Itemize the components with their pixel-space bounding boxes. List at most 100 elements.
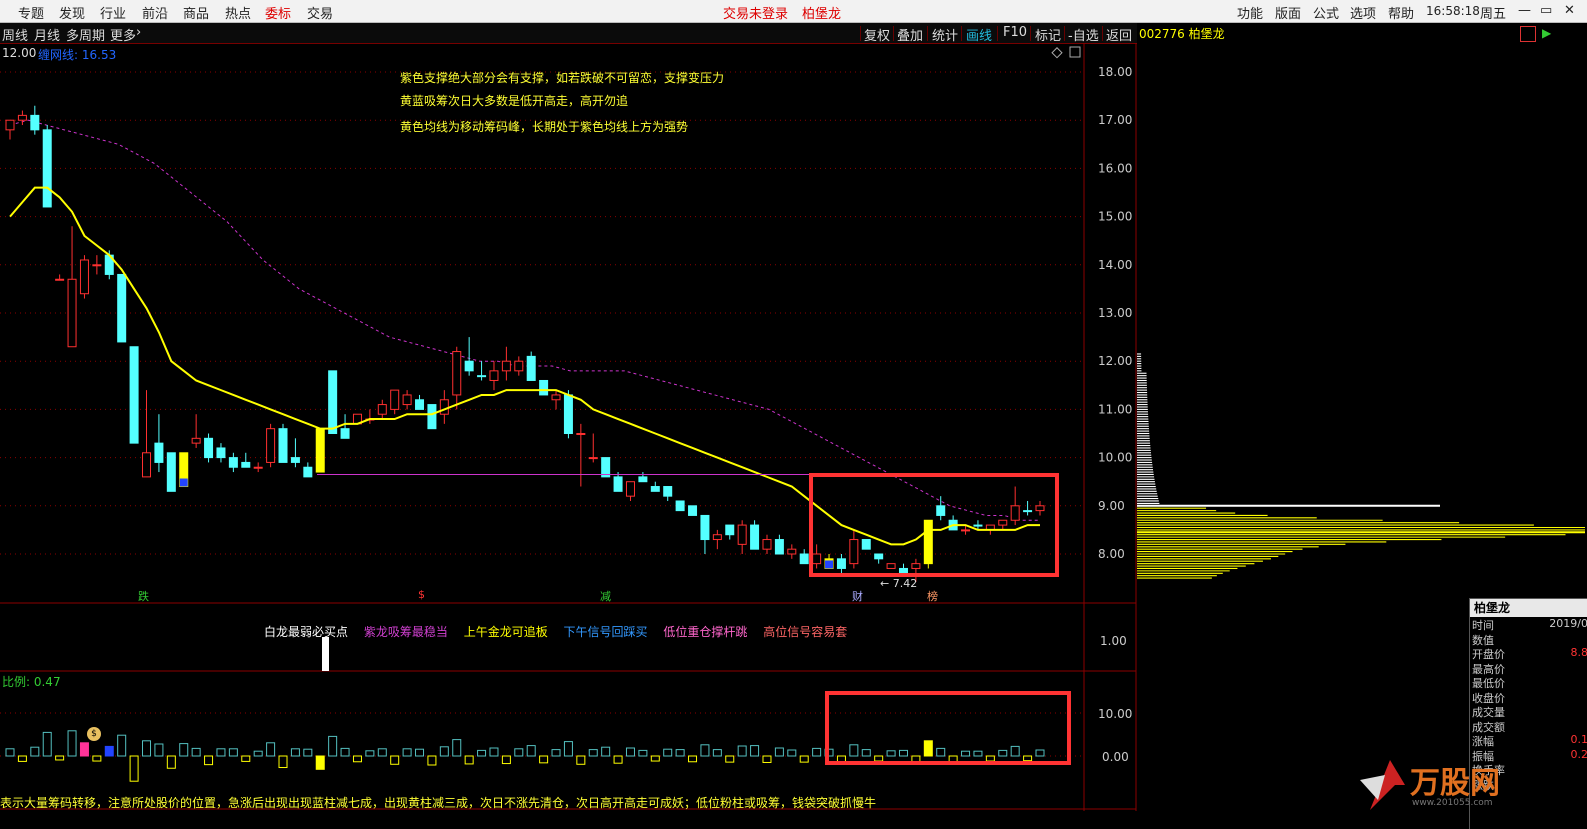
volume-bar xyxy=(800,756,808,762)
volume-bar xyxy=(192,748,200,756)
volume-bar xyxy=(589,750,597,756)
candle xyxy=(713,530,721,549)
candle xyxy=(875,554,883,564)
candle xyxy=(689,506,697,516)
volume-bar xyxy=(999,750,1007,756)
menu-weibiao[interactable]: 委标 xyxy=(265,3,291,22)
candle xyxy=(1024,501,1032,515)
minimize-icon[interactable]: — xyxy=(1518,3,1531,18)
info-panel-title: 柏堡龙 xyxy=(1470,599,1587,617)
volume-bar xyxy=(626,748,634,756)
money-bag-icon: $ xyxy=(87,727,101,741)
chart-toolbar: 周线 月线 多周期 更多 › 复权 叠加 统计 画线 F10 标记 -自选 返回 xyxy=(0,23,1137,44)
candle xyxy=(527,352,535,381)
candle xyxy=(43,125,51,207)
volume-bar xyxy=(527,746,535,756)
candle xyxy=(217,443,225,462)
btn-f10[interactable]: F10 xyxy=(1003,25,1027,40)
volume-bar xyxy=(267,743,275,756)
menu-bangzhu[interactable]: 帮助 xyxy=(1388,3,1414,22)
diamond-icon[interactable] xyxy=(1052,48,1062,58)
menu-zhuanti[interactable]: 专题 xyxy=(18,3,44,22)
candle xyxy=(56,274,64,280)
main-top-label: 12.00 xyxy=(2,46,36,60)
volume-bar xyxy=(43,732,51,756)
volume-bar xyxy=(304,749,312,756)
candle xyxy=(999,520,1007,530)
chevron-right-icon[interactable]: › xyxy=(136,25,141,40)
menu-redian[interactable]: 热点 xyxy=(225,3,251,22)
stock-name-title: 柏堡龙 xyxy=(802,3,841,22)
volume-bar xyxy=(899,750,907,756)
candle xyxy=(391,390,399,414)
btn-diejia[interactable]: 叠加 xyxy=(897,25,923,44)
btn-fuquan[interactable]: 复权 xyxy=(864,25,890,44)
volume-bar xyxy=(577,756,585,764)
candle xyxy=(775,535,783,554)
price-tick: 12.00 xyxy=(1098,354,1132,368)
close-icon[interactable]: ✕ xyxy=(1564,3,1575,18)
candle xyxy=(143,390,151,477)
btn-fanhui[interactable]: 返回 xyxy=(1106,25,1132,44)
volume-bar xyxy=(254,751,262,756)
annotation-3: 黄色均线为移动筹码峰，长期处于紫色均线上方为强势 xyxy=(400,118,688,135)
period-multi[interactable]: 多周期 xyxy=(66,25,105,44)
play-icon[interactable]: ▶ xyxy=(1542,26,1551,40)
price-tick: 17.00 xyxy=(1098,113,1132,127)
menu-gongneng[interactable]: 功能 xyxy=(1237,3,1263,22)
trade-status[interactable]: 交易未登录 xyxy=(723,3,788,22)
candle xyxy=(130,347,138,443)
candle xyxy=(751,520,759,549)
volume-bar xyxy=(502,756,510,764)
volume-bar xyxy=(887,751,895,756)
info-row: 最低价 xyxy=(1470,675,1587,690)
ratio-label: 比例: 0.47 xyxy=(2,673,61,690)
menu-jiaoyi[interactable]: 交易 xyxy=(307,3,333,22)
event-marker-dollar[interactable]: $ xyxy=(418,588,425,601)
candle xyxy=(378,400,386,419)
info-row-value: 8.8 xyxy=(1571,646,1587,659)
candle xyxy=(18,111,26,125)
info-row: 时间2019/0 xyxy=(1470,617,1587,632)
menu-faxian[interactable]: 发现 xyxy=(59,3,85,22)
volume-bar xyxy=(68,731,76,756)
info-row-value: 2019/0 xyxy=(1549,617,1587,630)
btn-huaxian[interactable]: 画线 xyxy=(966,25,992,44)
signal-label-purple: 紫龙吸筹最稳当 xyxy=(364,625,448,639)
panel-toggle-icon[interactable] xyxy=(1070,47,1080,57)
volume-bar xyxy=(378,749,386,756)
btn-zixuan[interactable]: -自选 xyxy=(1068,25,1099,44)
candle xyxy=(403,390,411,409)
volume-bar xyxy=(552,750,560,756)
menu-shangpin[interactable]: 商品 xyxy=(183,3,209,22)
event-marker-cai[interactable]: 财 xyxy=(852,588,863,604)
btn-biaoji[interactable]: 标记 xyxy=(1035,25,1061,44)
panel-icons[interactable]: ▶ xyxy=(1520,26,1580,42)
info-row: 成交量 xyxy=(1470,704,1587,719)
annotation-2: 黄蓝吸筹次日大多数是低开高走，高开勿追 xyxy=(400,92,628,109)
volume-bar xyxy=(428,756,436,765)
event-marker-die[interactable]: 跌 xyxy=(138,588,149,604)
candle xyxy=(763,535,771,554)
menu-qianyan[interactable]: 前沿 xyxy=(142,3,168,22)
kline-chart[interactable]: 18.0017.0016.0015.0014.0013.0012.0011.00… xyxy=(0,43,1587,828)
candle xyxy=(589,434,597,463)
candle xyxy=(1036,501,1044,515)
candle xyxy=(490,361,498,390)
period-monthly[interactable]: 月线 xyxy=(34,25,60,44)
menu-hangye[interactable]: 行业 xyxy=(100,3,126,22)
btn-tongji[interactable]: 统计 xyxy=(932,25,958,44)
menu-xuanxiang[interactable]: 选项 xyxy=(1350,3,1376,22)
period-weekly[interactable]: 周线 xyxy=(2,25,28,44)
volume-bar xyxy=(416,749,424,756)
menu-banmian[interactable]: 版面 xyxy=(1275,3,1301,22)
volume-bar xyxy=(713,750,721,756)
event-marker-bang[interactable]: 榜 xyxy=(927,588,938,604)
maximize-icon[interactable]: ▭ xyxy=(1540,3,1552,18)
volume-bar xyxy=(403,749,411,756)
menu-gongshi[interactable]: 公式 xyxy=(1313,3,1339,22)
event-marker-jian[interactable]: 减 xyxy=(600,588,611,604)
layout-icon[interactable] xyxy=(1520,26,1536,42)
period-more[interactable]: 更多 xyxy=(110,25,136,44)
volume-bar xyxy=(105,746,113,756)
